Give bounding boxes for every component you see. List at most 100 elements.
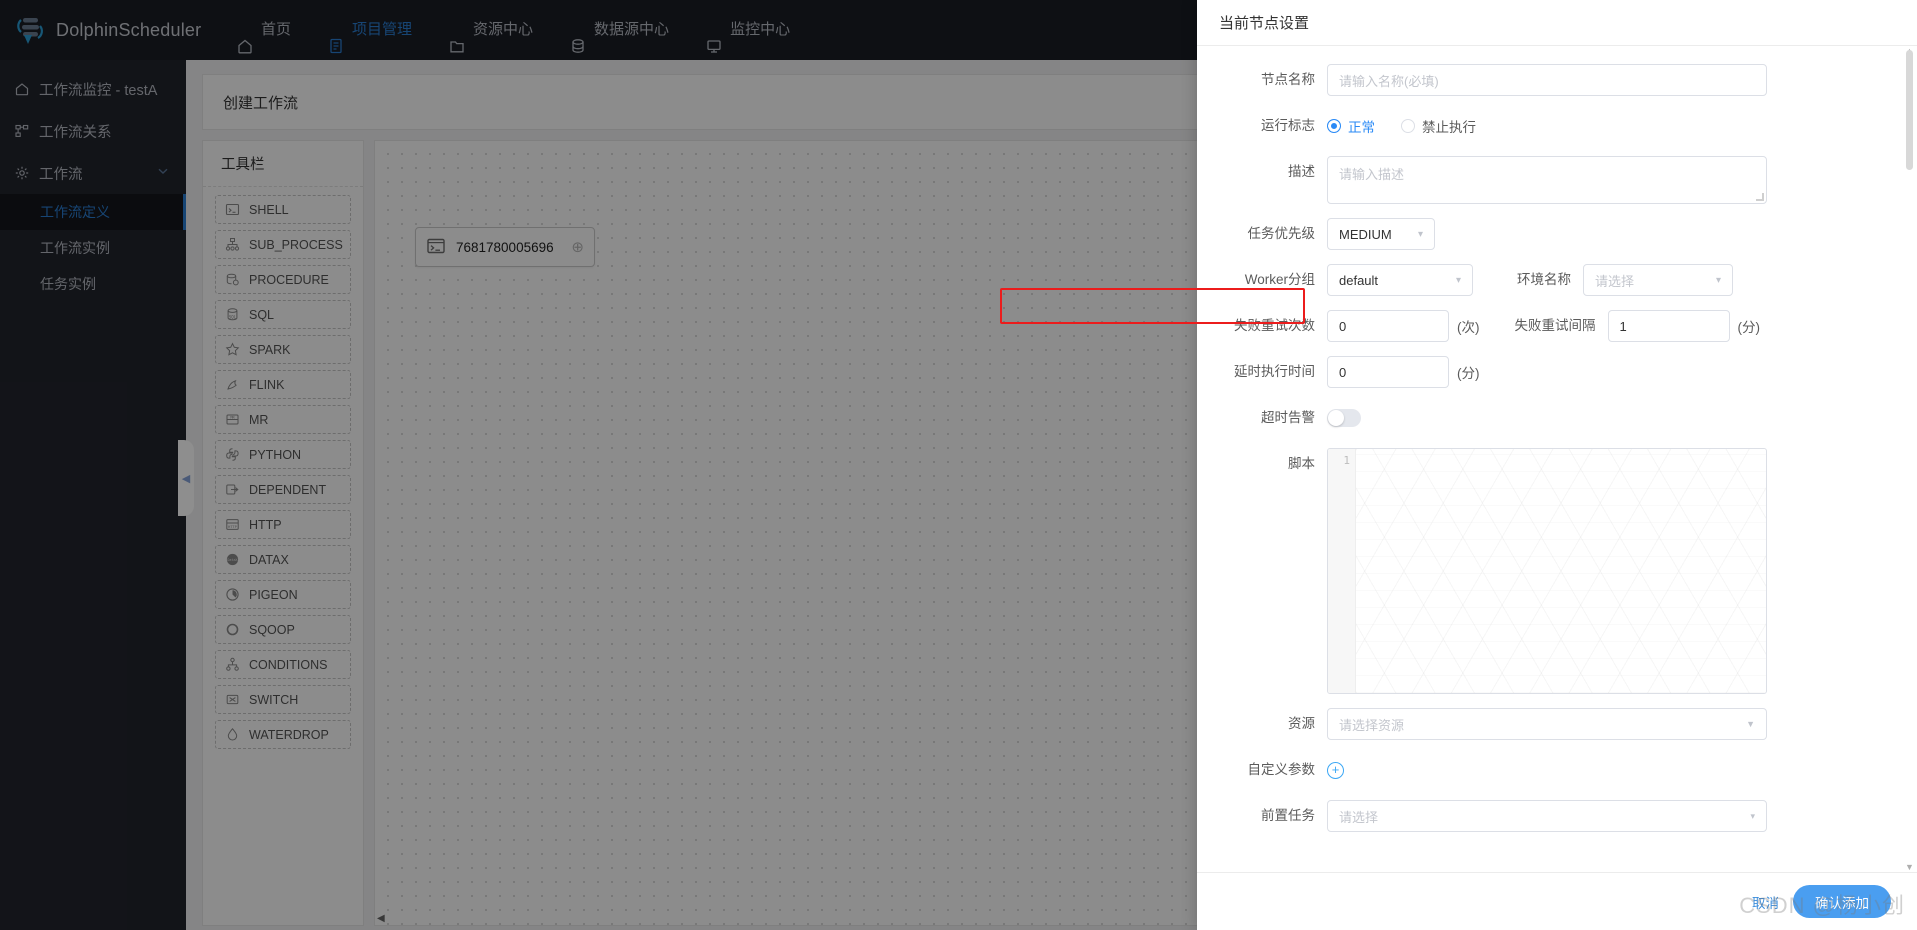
toolbox-item-python[interactable]: PYTHON — [215, 440, 351, 469]
toolbox-item-spark[interactable]: SPARK — [215, 335, 351, 364]
toolbox-item-http-label: HTTP — [249, 517, 282, 532]
sidebar-item-task-instance[interactable]: 任务实例 — [0, 266, 186, 302]
field-custom-params: 自定义参数 + — [1197, 754, 1883, 786]
toolbox-item-dependent-label: DEPENDENT — [249, 482, 327, 497]
toolbox-item-mr[interactable]: MR MR — [215, 405, 351, 434]
environment-placeholder: 请选择 — [1595, 273, 1635, 289]
pre-task-placeholder: 请选择 — [1339, 809, 1379, 825]
relation-icon — [14, 123, 30, 139]
add-custom-param-button[interactable]: + — [1327, 761, 1344, 779]
radio-unselected-icon — [1401, 119, 1415, 133]
python-icon — [225, 447, 240, 462]
panel-scrollbar-thumb[interactable] — [1906, 50, 1913, 170]
toolbox-item-sql[interactable]: SQL SQL — [215, 300, 351, 329]
database-icon — [569, 21, 587, 53]
delay-time-input[interactable]: 0 — [1327, 356, 1449, 388]
sidebar-item-workflow-monitor-label: 工作流监控 - testA — [39, 82, 158, 99]
task-toolbox-panel: 工具栏 SHELL SUB_PROCESS PROCEDURE SQL SQL … — [202, 140, 364, 926]
environment-label: 环境名称 — [1517, 272, 1571, 287]
monitor-icon — [705, 21, 723, 53]
resource-placeholder: 请选择资源 — [1339, 717, 1405, 733]
sidebar-item-workflow[interactable]: 工作流 — [0, 152, 186, 194]
script-label: 脚本 — [1288, 456, 1315, 471]
toolbox-item-datax[interactable]: DataX DATAX — [215, 545, 351, 574]
datax-icon: DataX — [225, 552, 240, 567]
field-description: 描述 请输入描述 — [1197, 156, 1883, 204]
toolbox-item-sqoop[interactable]: SQOOP — [215, 615, 351, 644]
confirm-add-button[interactable]: 确认添加 — [1793, 885, 1891, 918]
switch-icon — [225, 692, 240, 707]
run-flag-option-forbidden[interactable]: 禁止执行 — [1401, 116, 1476, 136]
toolbox-item-python-label: PYTHON — [249, 447, 302, 462]
node-add-connection-icon[interactable]: ⊕ — [571, 238, 584, 256]
sqoop-icon — [225, 622, 240, 637]
chevron-down-icon: ▼ — [1746, 719, 1755, 729]
field-pre-task: 前置任务 请选择 ▾ — [1197, 800, 1883, 832]
nav-item-monitor-center[interactable]: 监控中心 — [705, 0, 790, 60]
folder-icon — [448, 21, 466, 53]
toolbox-item-shell[interactable]: SHELL — [215, 195, 351, 224]
nav-item-home-label: 首页 — [261, 21, 292, 38]
chevron-down-icon[interactable] — [156, 164, 170, 182]
description-textarea[interactable]: 请输入描述 — [1327, 156, 1767, 204]
resize-grip-icon[interactable] — [1756, 193, 1764, 201]
toolbox-item-shell-label: SHELL — [249, 202, 289, 217]
worker-group-select[interactable]: default ▾ — [1327, 264, 1473, 296]
cancel-button[interactable]: 取消 — [1752, 892, 1779, 912]
retry-times-input[interactable]: 0 — [1327, 310, 1449, 342]
workflow-node[interactable]: 7681780005696 ⊕ — [415, 227, 595, 267]
run-flag-option-normal[interactable]: 正常 — [1327, 116, 1375, 136]
scroll-down-arrow-icon[interactable]: ▼ — [1905, 862, 1914, 872]
nav-item-project-management[interactable]: 项目管理 — [327, 0, 412, 60]
node-name-input[interactable]: 请输入名称(必填) — [1327, 64, 1767, 96]
toolbox-item-flink[interactable]: FLINK — [215, 370, 351, 399]
retry-interval-input[interactable]: 1 — [1607, 310, 1730, 342]
timeout-alarm-toggle[interactable] — [1327, 409, 1361, 427]
pre-task-label: 前置任务 — [1261, 808, 1315, 823]
run-flag-label: 运行标志 — [1261, 118, 1315, 133]
conditions-icon — [225, 657, 240, 672]
sidebar-item-task-instance-label: 任务实例 — [40, 276, 96, 292]
worker-group-label: Worker分组 — [1244, 272, 1315, 287]
sidebar-collapse-handle[interactable]: ◀ — [178, 440, 194, 516]
mr-icon: MR — [225, 412, 240, 427]
toolbox-item-sub-process[interactable]: SUB_PROCESS — [215, 230, 351, 259]
pre-task-select[interactable]: 请选择 ▾ — [1327, 800, 1767, 832]
nav-item-datasource-center[interactable]: 数据源中心 — [569, 0, 669, 60]
nav-item-resource-center-label: 资源中心 — [473, 21, 534, 38]
waterdrop-icon — [225, 727, 240, 742]
task-priority-select[interactable]: MEDIUM ▾ — [1327, 218, 1435, 250]
panel-vertical-scrollbar[interactable]: ▲ ▼ — [1905, 46, 1914, 872]
sidebar-item-workflow-instance[interactable]: 工作流实例 — [0, 230, 186, 266]
toolbox-item-conditions[interactable]: CONDITIONS — [215, 650, 351, 679]
app-root: DolphinScheduler 首页 项目管理 资源中心 数据源中心 监控中心… — [0, 0, 1917, 930]
panel-title: 当前节点设置 — [1197, 0, 1917, 46]
script-editor[interactable]: 1 — [1327, 448, 1767, 694]
nav-item-resource-center[interactable]: 资源中心 — [448, 0, 533, 60]
toolbox-item-dependent[interactable]: DEPENDENT — [215, 475, 351, 504]
brand-logo-area[interactable]: DolphinScheduler — [0, 13, 202, 47]
brand-name: DolphinScheduler — [56, 19, 202, 40]
script-editor-code-area[interactable] — [1356, 449, 1766, 693]
toolbox-item-pigeon[interactable]: PIGEON — [215, 580, 351, 609]
workflow-node-label: 7681780005696 — [456, 239, 554, 255]
http-icon: HTTP — [225, 517, 240, 532]
sidebar-item-workflow-definition[interactable]: 工作流定义 — [0, 194, 186, 230]
field-node-name: 节点名称 请输入名称(必填) — [1197, 64, 1883, 96]
sql-icon: SQL — [225, 307, 240, 322]
sidebar-item-workflow-relation[interactable]: 工作流关系 — [0, 110, 186, 152]
custom-params-label: 自定义参数 — [1247, 762, 1316, 777]
field-timeout-alarm: 超时告警 — [1197, 402, 1883, 434]
toolbox-item-switch[interactable]: SWITCH — [215, 685, 351, 714]
resource-select[interactable]: 请选择资源 ▼ — [1327, 708, 1767, 740]
nav-item-home[interactable]: 首页 — [236, 0, 291, 60]
toolbox-item-http[interactable]: HTTP HTTP — [215, 510, 351, 539]
scroll-left-arrow-icon[interactable]: ◀ — [377, 913, 385, 924]
svg-text:DataX: DataX — [227, 558, 238, 562]
toolbox-title: 工具栏 — [203, 141, 363, 187]
field-retry-row: 失败重试次数 0 (次) 失败重试间隔 1 (分) — [1197, 310, 1883, 342]
toolbox-item-waterdrop[interactable]: WATERDROP — [215, 720, 351, 749]
sidebar-item-workflow-monitor[interactable]: 工作流监控 - testA — [0, 68, 186, 110]
environment-select[interactable]: 请选择 ▾ — [1583, 264, 1733, 296]
toolbox-item-procedure[interactable]: PROCEDURE — [215, 265, 351, 294]
